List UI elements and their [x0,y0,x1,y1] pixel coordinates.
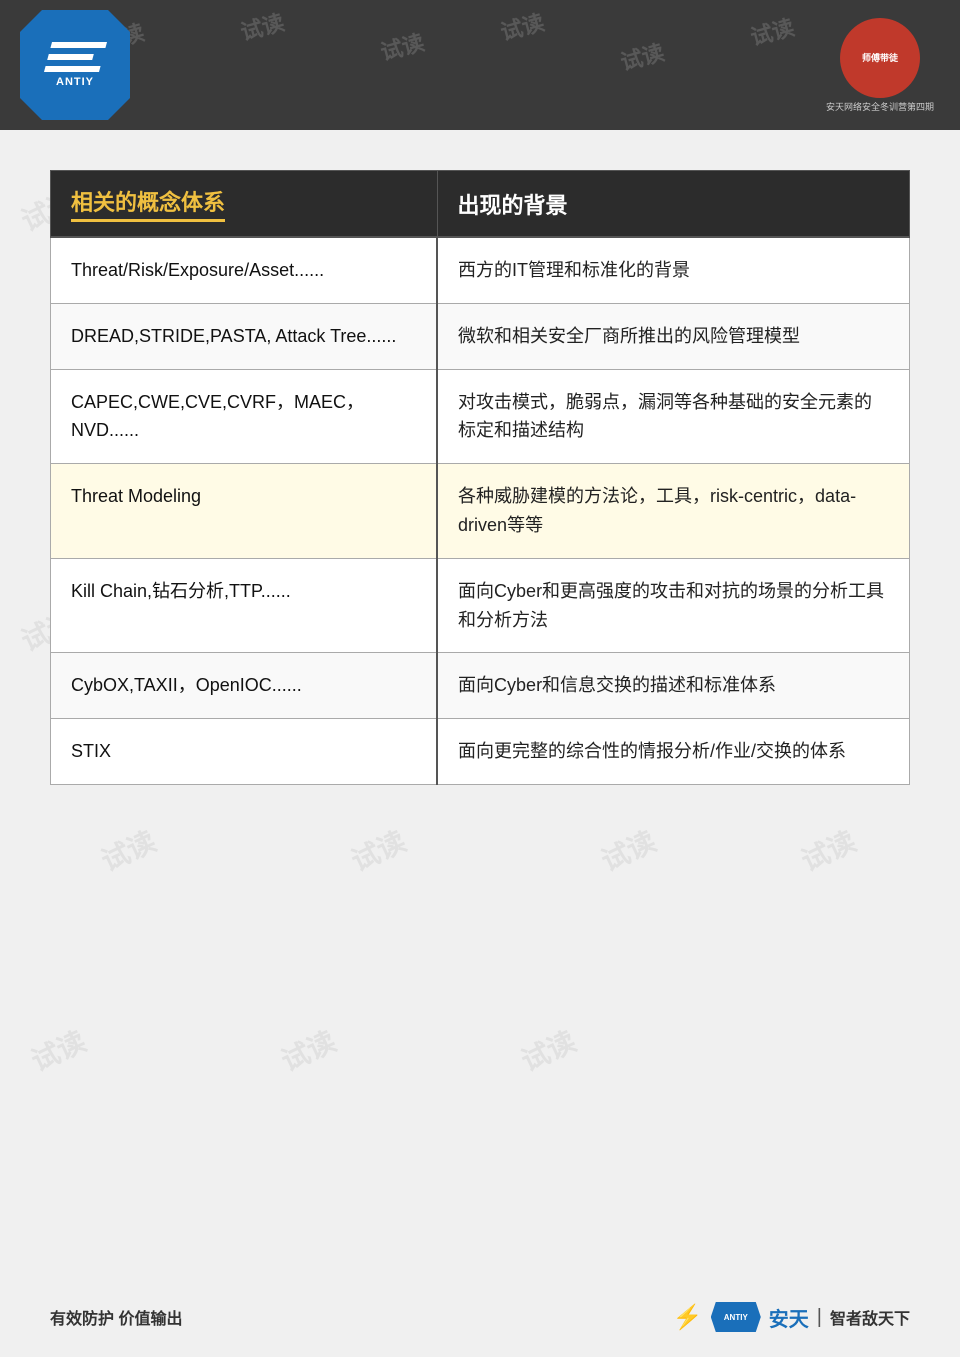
logo-antiy-text: ANTIY [56,76,94,88]
header-watermark-overlay: 试读 试读 试读 试读 试读 试读 [0,0,960,130]
footer-right: ⚡ ANTIY 安天 | 智者敌天下 [673,1302,910,1332]
footer: 有效防护 价值输出 ⚡ ANTIY 安天 | 智者敌天下 [0,1277,960,1357]
footer-brand: 安天 [769,1303,809,1332]
table-row: CybOX,TAXII，OpenIOC...... 面向Cyber和信息交换的描… [51,653,910,719]
wm5: 试读 [617,35,668,77]
row7-right: 面向更完整的综合性的情报分析/作业/交换的体系 [437,719,909,785]
logo-line-1 [50,42,107,48]
table-row: Threat/Risk/Exposure/Asset...... 西方的IT管理… [51,237,910,303]
row1-right: 西方的IT管理和标准化的背景 [437,237,909,303]
bwm16: 试读 [794,820,862,880]
row5-right: 面向Cyber和更高强度的攻击和对抗的场景的分析工具和分析方法 [437,558,909,653]
antiy-logo: ANTIY [20,10,130,120]
row5-left: Kill Chain,钻石分析,TTP...... [51,558,438,653]
footer-left-text: 有效防护 价值输出 [50,1305,182,1329]
table-header-row: 相关的概念体系 出现的背景 [51,171,910,238]
footer-tagline: 智者敌天下 [830,1305,910,1329]
right-logo-subtitle: 安天网络安全冬训营第四期 [826,100,934,113]
row6-left: CybOX,TAXII，OpenIOC...... [51,653,438,719]
main-content: 相关的概念体系 出现的背景 Threat/Risk/Exposure/Asset… [0,130,960,825]
table-body: Threat/Risk/Exposure/Asset...... 西方的IT管理… [51,237,910,784]
bwm17: 试读 [24,1020,92,1080]
col1-header-text: 相关的概念体系 [71,185,225,222]
table-row: Kill Chain,钻石分析,TTP...... 面向Cyber和更高强度的攻… [51,558,910,653]
table-row: DREAD,STRIDE,PASTA, Attack Tree...... 微软… [51,303,910,369]
row2-right: 微软和相关安全厂商所推出的风险管理模型 [437,303,909,369]
table-row-threat-modeling: Threat Modeling 各种威胁建模的方法论，工具，risk-centr… [51,464,910,559]
table-row: STIX 面向更完整的综合性的情报分析/作业/交换的体系 [51,719,910,785]
col2-header-text: 出现的背景 [458,193,568,218]
row4-left: Threat Modeling [51,464,438,559]
row3-left: CAPEC,CWE,CVE,CVRF，MAEC，NVD...... [51,369,438,464]
footer-antiy-text: ANTIY [724,1313,748,1322]
bwm13: 试读 [94,820,162,880]
col1-header: 相关的概念体系 [51,171,438,238]
concept-table: 相关的概念体系 出现的背景 Threat/Risk/Exposure/Asset… [50,170,910,785]
row2-left: DREAD,STRIDE,PASTA, Attack Tree...... [51,303,438,369]
bwm18: 试读 [274,1020,342,1080]
logo-line-3 [43,66,100,72]
bwm19: 试读 [514,1020,582,1080]
footer-divider: | [817,1306,822,1329]
row3-right: 对攻击模式，脆弱点，漏洞等各种基础的安全元素的标定和描述结构 [437,369,909,464]
lightning-icon: ⚡ [673,1303,703,1332]
bwm15: 试读 [594,820,662,880]
row1-left: Threat/Risk/Exposure/Asset...... [51,237,438,303]
right-logo-inner-text: 师傅带徒 [858,47,902,68]
wm3: 试读 [377,25,428,67]
col2-header: 出现的背景 [437,171,909,238]
row4-right: 各种威胁建模的方法论，工具，risk-centric，data-driven等等 [437,464,909,559]
header-right-logo: 师傅带徒 安天网络安全冬训营第四期 [820,10,940,120]
wm2: 试读 [237,5,288,47]
logo-lines [43,42,106,72]
right-logo-circle: 师傅带徒 [840,18,920,98]
bwm14: 试读 [344,820,412,880]
table-row: CAPEC,CWE,CVE,CVRF，MAEC，NVD...... 对攻击模式，… [51,369,910,464]
header: 试读 试读 试读 试读 试读 试读 ANTIY 师傅带徒 安天网络安全冬训营第四… [0,0,960,130]
right-logo-line1: 师傅带徒 [862,51,898,64]
wm4: 试读 [497,5,548,47]
footer-antiy-logo: ANTIY [711,1302,761,1332]
row7-left: STIX [51,719,438,785]
logo-line-2 [47,54,94,60]
wm6: 试读 [747,10,798,52]
row6-right: 面向Cyber和信息交换的描述和标准体系 [437,653,909,719]
